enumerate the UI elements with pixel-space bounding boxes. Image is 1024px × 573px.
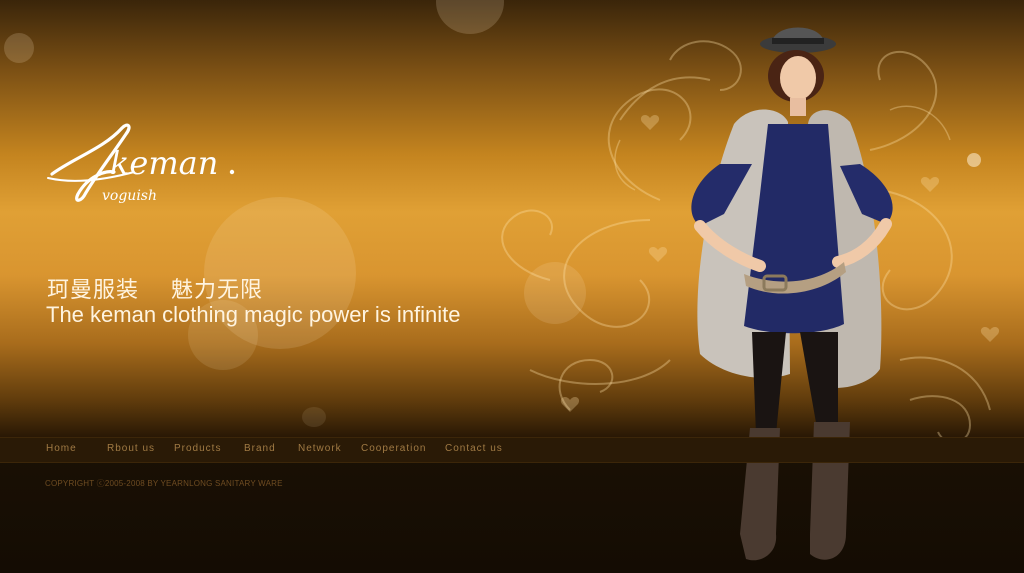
bokeh-light [302, 407, 326, 427]
bokeh-light [436, 0, 504, 34]
keman-logo[interactable]: keman voguish [44, 118, 244, 210]
nav-item-home[interactable]: Home [46, 443, 77, 454]
nav-item-cooperation[interactable]: Cooperation [361, 443, 426, 454]
bokeh-light [4, 33, 34, 63]
hero-banner: keman voguish 珂曼服装 魅力无限 The keman clothi… [0, 0, 1024, 573]
nav-item-brand[interactable]: Brand [244, 443, 276, 454]
nav-item-contact-us[interactable]: Contact us [445, 443, 503, 454]
hero-model-photo [691, 27, 893, 561]
nav-item-about-us[interactable]: Rbout us [107, 443, 155, 454]
main-navigation: Home Rbout us Products Brand Network Coo… [0, 437, 1024, 463]
logo-tagline: voguish [102, 188, 157, 204]
hero-headline-english: The keman clothing magic power is infini… [46, 302, 461, 327]
hero-headline-chinese: 珂曼服装 魅力无限 [47, 278, 263, 303]
logo-dot [229, 169, 235, 175]
nav-item-network[interactable]: Network [298, 443, 342, 454]
nav-item-products[interactable]: Products [174, 443, 221, 454]
copyright-notice: COPYRIGHT ⓒ2005-2008 BY YEARNLONG SANITA… [45, 479, 283, 488]
logo-wordmark: keman [110, 144, 218, 182]
